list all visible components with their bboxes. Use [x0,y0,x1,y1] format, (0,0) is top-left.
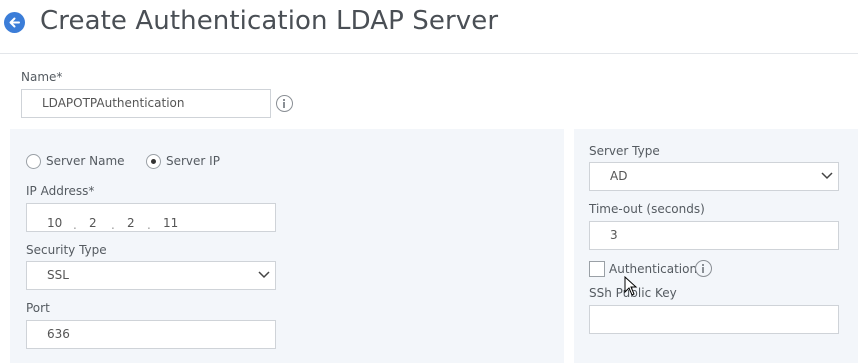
page-header: Create Authentication LDAP Server [0,0,858,54]
name-input[interactable]: LDAPOTPAuthentication [21,89,271,118]
page-title: Create Authentication LDAP Server [40,6,499,36]
info-icon[interactable] [695,260,712,277]
timeout-label: Time-out (seconds) [589,202,705,216]
ip-dot-2: . [111,218,115,232]
ip-address-input[interactable]: 10 . 2 . 2 . 11 [26,203,276,232]
port-input[interactable]: 636 [26,320,276,349]
arrow-left-icon [9,17,20,28]
security-type-label: Security Type [26,243,107,257]
ip-octet-3[interactable]: 2 [127,210,135,237]
ssh-public-key-input[interactable] [589,305,839,334]
server-type-value: AD [610,169,628,183]
ip-octet-2[interactable]: 2 [89,210,97,237]
name-label: Name* [21,70,63,84]
server-type-select[interactable]: AD [589,162,839,191]
ip-dot-3: . [147,218,151,232]
server-type-label: Server Type [589,144,660,158]
radio-server-name-label: Server Name [46,154,125,168]
ip-dot-1: . [73,218,77,232]
ip-octet-1[interactable]: 10 [47,210,62,237]
radio-server-ip[interactable] [146,154,161,169]
security-type-value: SSL [47,268,69,282]
mouse-cursor-icon [624,276,638,296]
authentication-label: Authentication [609,262,698,276]
chevron-down-icon [821,172,833,180]
radio-server-name[interactable] [26,154,41,169]
back-button[interactable] [4,12,25,33]
info-icon[interactable] [276,95,293,112]
chevron-down-icon [258,271,270,279]
ip-address-label: IP Address* [26,184,95,198]
authentication-checkbox[interactable] [589,261,605,277]
port-label: Port [26,301,50,315]
ip-octet-4[interactable]: 11 [163,210,178,237]
timeout-input[interactable]: 3 [589,221,839,250]
security-type-select[interactable]: SSL [26,261,276,290]
radio-server-ip-label: Server IP [166,154,220,168]
